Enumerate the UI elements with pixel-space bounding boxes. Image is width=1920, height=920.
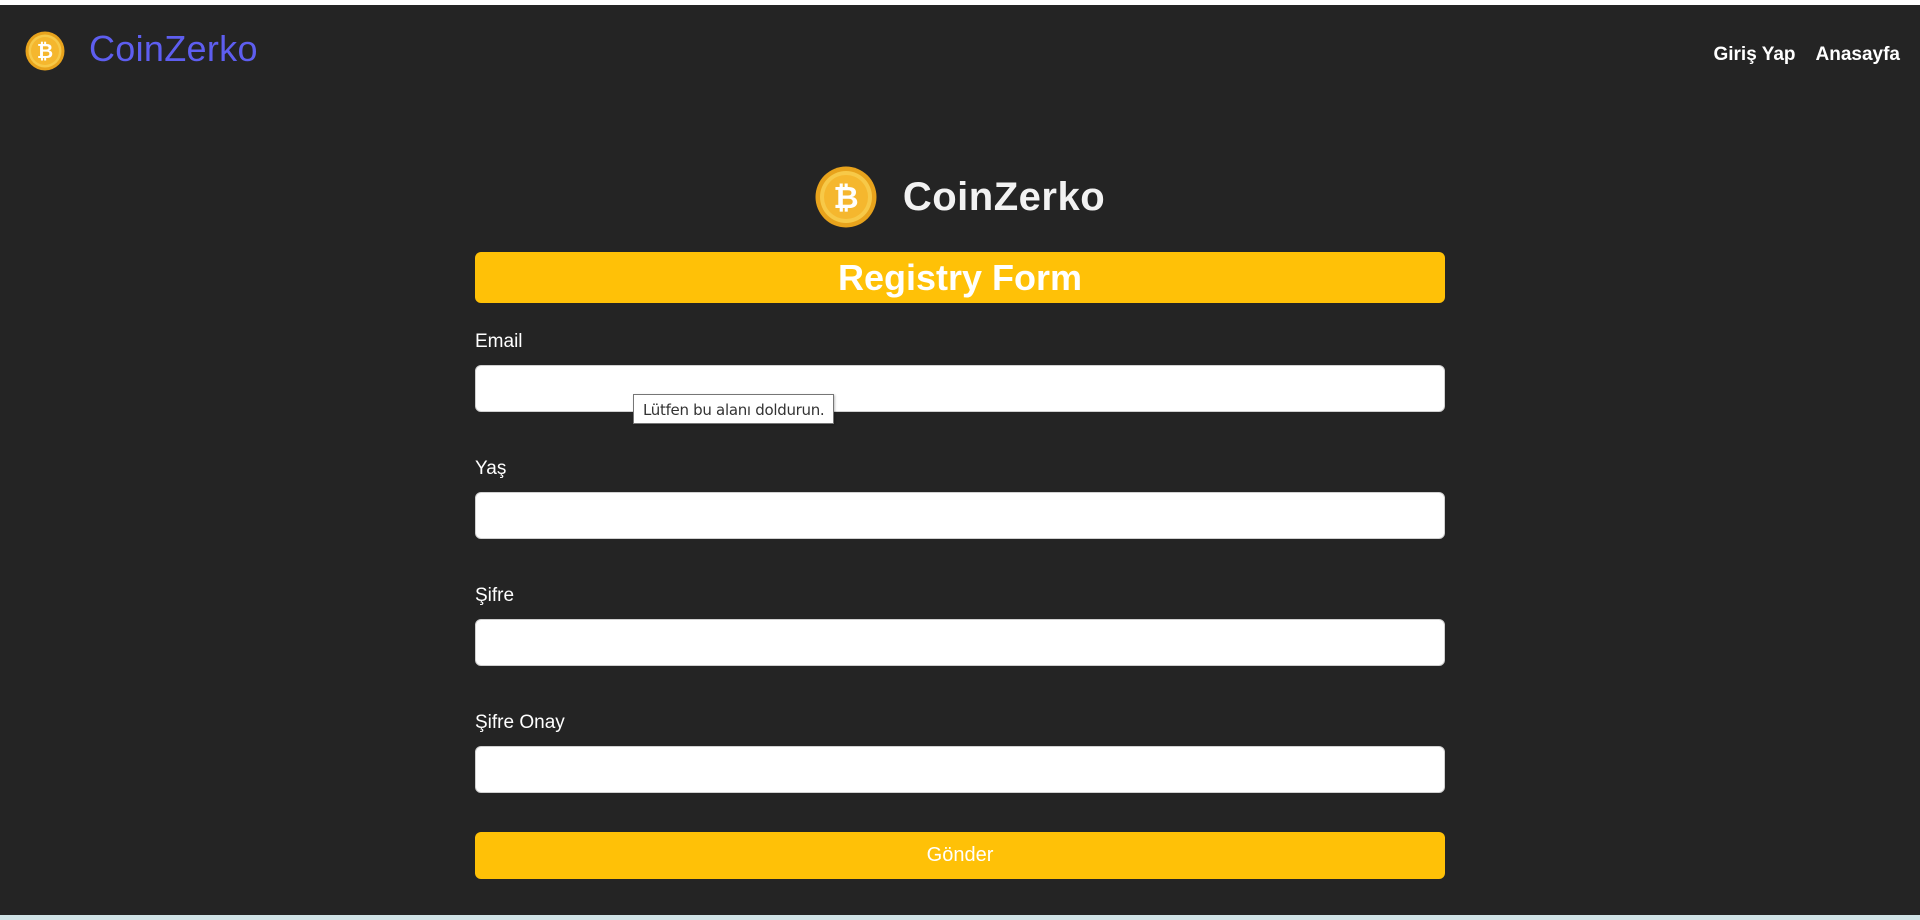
svg-text:₿: ₿	[37, 39, 53, 63]
form-header: Registry Form	[475, 252, 1445, 303]
nav-link-home[interactable]: Anasayfa	[1816, 43, 1901, 67]
submit-button[interactable]: Gönder	[475, 832, 1445, 879]
hero-title: CoinZerko	[902, 174, 1106, 219]
nav-links: Giriş Yap Anasayfa	[1713, 43, 1900, 67]
hero-logo: ₿ CoinZerko	[0, 162, 1920, 232]
navbar: ₿ CoinZerko Giriş Yap Anasayfa	[0, 5, 1920, 95]
svg-text:₿: ₿	[833, 180, 858, 216]
password-confirm-input[interactable]	[475, 746, 1445, 793]
registry-form: Registry Form Email Yaş Şifre Şifre Onay	[475, 252, 1445, 793]
password-input[interactable]	[475, 619, 1445, 666]
email-label: Email	[475, 331, 523, 352]
password-confirm-label: Şifre Onay	[475, 712, 565, 733]
bitcoin-logo-icon[interactable]: ₿	[25, 31, 65, 71]
email-input[interactable]	[475, 365, 1445, 412]
bottom-strip	[0, 915, 1920, 920]
password-label: Şifre	[475, 585, 515, 606]
validation-tooltip: Lütfen bu alanı doldurun.	[633, 394, 835, 424]
password-confirm-field-group: Şifre Onay	[475, 712, 1445, 793]
email-field-group: Email	[475, 331, 1445, 412]
brand-link[interactable]: CoinZerko	[89, 29, 258, 69]
age-label: Yaş	[475, 458, 507, 479]
password-field-group: Şifre	[475, 585, 1445, 666]
bitcoin-coin-icon: ₿	[815, 166, 877, 228]
age-input[interactable]	[475, 492, 1445, 539]
page-background: ₿ CoinZerko Giriş Yap Anasayfa ₿ CoinZer…	[0, 5, 1920, 915]
age-field-group: Yaş	[475, 458, 1445, 539]
nav-link-login[interactable]: Giriş Yap	[1713, 43, 1795, 67]
